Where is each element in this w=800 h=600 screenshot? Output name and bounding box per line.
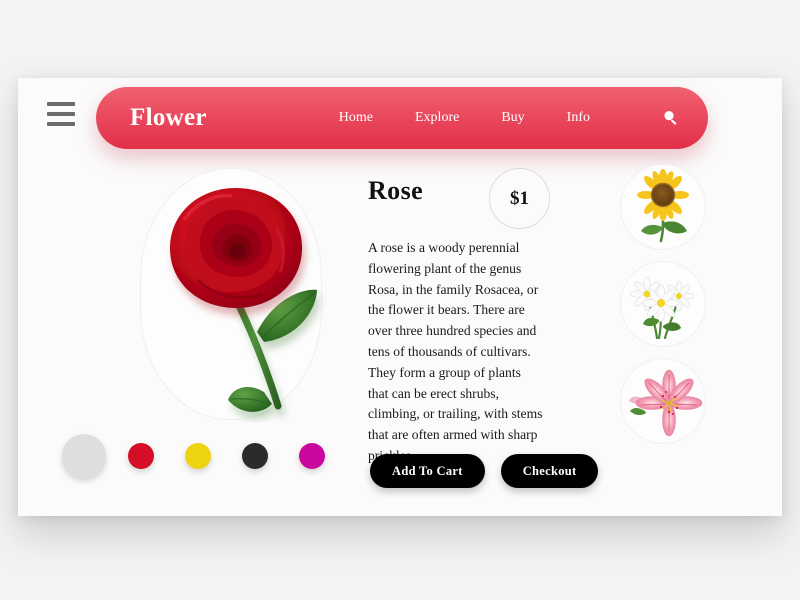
hero-rose-image — [136, 170, 336, 430]
hamburger-icon[interactable] — [47, 102, 75, 126]
action-buttons: Add To Cart Checkout — [370, 454, 599, 488]
add-to-cart-button[interactable]: Add To Cart — [370, 454, 485, 488]
checkout-button[interactable]: Checkout — [500, 454, 599, 488]
nav-item-explore[interactable]: Explore — [415, 110, 459, 126]
price-badge: $1 — [489, 168, 550, 229]
thumbnail-daisy[interactable] — [620, 261, 706, 347]
price-value: $1 — [510, 187, 529, 209]
nav-links: Home Explore Buy Info — [339, 109, 680, 127]
hamburger-bar — [47, 122, 75, 126]
hamburger-bar — [47, 102, 75, 106]
hamburger-bar — [47, 112, 75, 116]
thumbnail-lily[interactable] — [620, 358, 706, 444]
product-title: Rose — [368, 176, 424, 205]
brand-logo: Flower — [130, 104, 207, 131]
swatch-charcoal[interactable] — [242, 443, 268, 469]
product-description: A rose is a woody perennial flowering pl… — [368, 240, 543, 463]
swatch-red[interactable] — [128, 443, 154, 469]
nav-item-info[interactable]: Info — [567, 110, 590, 126]
app-root: Flower Home Explore Buy Info Rose $1 A r… — [0, 0, 800, 600]
color-swatches — [62, 426, 356, 486]
swatch-yellow[interactable] — [185, 443, 211, 469]
navigation-bar: Flower Home Explore Buy Info — [96, 87, 708, 149]
nav-item-home[interactable]: Home — [339, 110, 373, 126]
thumbnail-list — [620, 164, 706, 444]
thumbnail-sunflower[interactable] — [620, 164, 706, 250]
swatch-white[interactable] — [62, 434, 106, 478]
nav-item-buy[interactable]: Buy — [501, 110, 524, 126]
swatch-magenta[interactable] — [299, 443, 325, 469]
product-card: Flower Home Explore Buy Info Rose $1 A r… — [18, 78, 782, 516]
search-icon[interactable] — [662, 109, 680, 127]
